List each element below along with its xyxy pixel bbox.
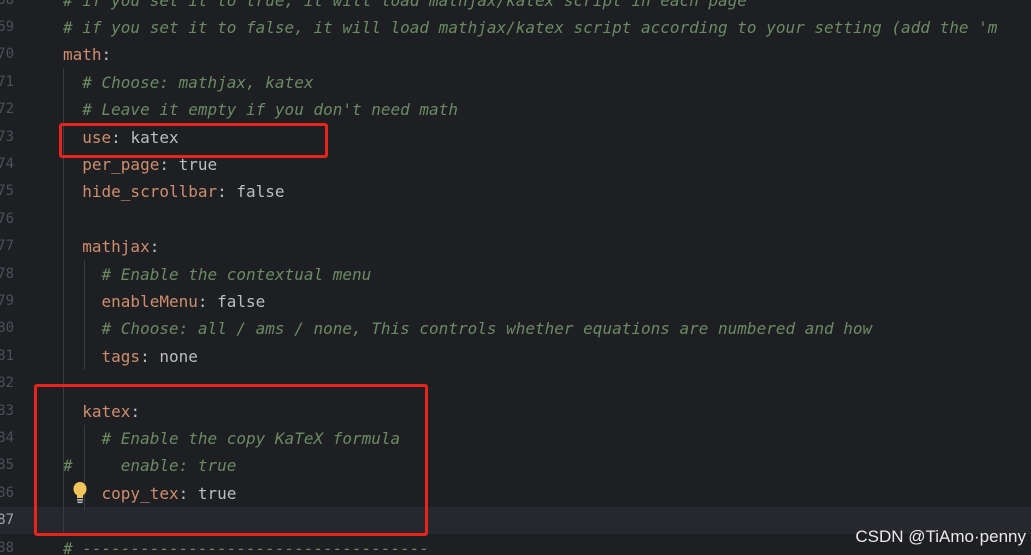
- line-number: 70: [0, 46, 14, 63]
- code-line[interactable]: 69 # if you set it to false, it will load…: [0, 14, 1031, 41]
- yaml-comment: # Choose: all / ams / none, This control…: [63, 319, 873, 339]
- line-number: 81: [0, 347, 14, 364]
- line-number: 78: [0, 265, 14, 282]
- line-number: 80: [0, 320, 14, 337]
- line-number: 76: [0, 210, 14, 227]
- line-number: 87: [0, 512, 14, 529]
- yaml-text: [63, 347, 102, 366]
- lightbulb-icon[interactable]: [72, 481, 88, 505]
- code-line[interactable]: 80 # Choose: all / ams / none, This cont…: [0, 315, 1031, 342]
- yaml-text: :: [101, 45, 112, 65]
- yaml-text: [63, 237, 82, 256]
- code-line[interactable]: 76: [0, 206, 1031, 233]
- line-number: 85: [0, 457, 14, 474]
- yaml-text: [63, 182, 82, 201]
- yaml-text: [63, 292, 102, 311]
- code-line[interactable]: 75 hide_scrollbar: false: [0, 178, 1031, 205]
- line-number: 75: [0, 183, 14, 200]
- code-line[interactable]: 79 enableMenu: false: [0, 288, 1031, 315]
- line-number: 82: [0, 375, 14, 392]
- line-text: # Choose: all / ams / none, This control…: [63, 315, 873, 342]
- line-number: 77: [0, 238, 14, 255]
- yaml-comment: # Enable the contextual menu: [63, 264, 372, 284]
- line-text: math:: [63, 41, 111, 68]
- code-line[interactable]: 77 mathjax:: [0, 233, 1031, 260]
- line-number: 86: [0, 484, 14, 501]
- indent-guide: [84, 260, 85, 370]
- highlight-box-use: [59, 123, 328, 158]
- yaml-text: :: [149, 237, 160, 257]
- line-text: # Leave it empty if you don't need math: [63, 96, 458, 123]
- line-number: 68: [0, 0, 14, 14]
- watermark: CSDN @TiAmo·penny: [855, 527, 1026, 546]
- code-line[interactable]: 81 tags: none: [0, 343, 1031, 370]
- line-text: hide_scrollbar: false: [63, 178, 285, 205]
- line-number: 73: [0, 128, 14, 145]
- yaml-comment: # if you set it to true, it will load ma…: [63, 0, 747, 10]
- yaml-text: :: [197, 291, 218, 311]
- line-text: mathjax:: [63, 233, 159, 260]
- line-number: 72: [0, 101, 14, 118]
- line-text: # ------------------------------------: [63, 535, 429, 555]
- yaml-comment: # ------------------------------------: [63, 538, 430, 555]
- yaml-text: :: [217, 182, 237, 202]
- yaml-key: hide_scrollbar: [82, 182, 218, 202]
- line-number: 83: [0, 402, 14, 419]
- code-line[interactable]: 68 # if you set it to true, it will load …: [0, 0, 1031, 14]
- line-number: 69: [0, 18, 14, 35]
- code-editor[interactable]: 68 # if you set it to true, it will load …: [0, 0, 1031, 555]
- line-text: # Choose: mathjax, katex: [63, 69, 313, 96]
- code-line[interactable]: 78 # Enable the contextual menu: [0, 261, 1031, 288]
- code-line[interactable]: 71 # Choose: mathjax, katex: [0, 69, 1031, 96]
- yaml-text: false: [236, 182, 285, 202]
- code-line[interactable]: 70 math:: [0, 41, 1031, 68]
- yaml-comment: # if you set it to false, it will load m…: [63, 17, 998, 37]
- line-number: 88: [0, 539, 14, 555]
- line-text: # if you set it to false, it will load m…: [63, 14, 997, 41]
- line-text: # Enable the contextual menu: [63, 261, 372, 288]
- yaml-text: :: [140, 346, 160, 366]
- line-text: # if you set it to true, it will load ma…: [63, 0, 747, 14]
- code-line[interactable]: 72 # Leave it empty if you don't need ma…: [0, 96, 1031, 123]
- line-text: enableMenu: false: [63, 288, 266, 315]
- yaml-text: false: [217, 291, 266, 311]
- yaml-key: math: [63, 45, 102, 65]
- yaml-comment: # Leave it empty if you don't need math: [63, 100, 458, 120]
- highlight-box-katex: [34, 384, 428, 536]
- yaml-key: tags: [101, 346, 141, 366]
- line-number: 71: [0, 73, 14, 90]
- yaml-text: none: [159, 346, 198, 366]
- yaml-key: enableMenu: [101, 291, 198, 311]
- line-number: 79: [0, 292, 14, 309]
- line-number: 84: [0, 429, 14, 446]
- yaml-comment: # Choose: mathjax, katex: [63, 72, 314, 92]
- line-number: 74: [0, 155, 14, 172]
- yaml-key: mathjax: [82, 237, 150, 257]
